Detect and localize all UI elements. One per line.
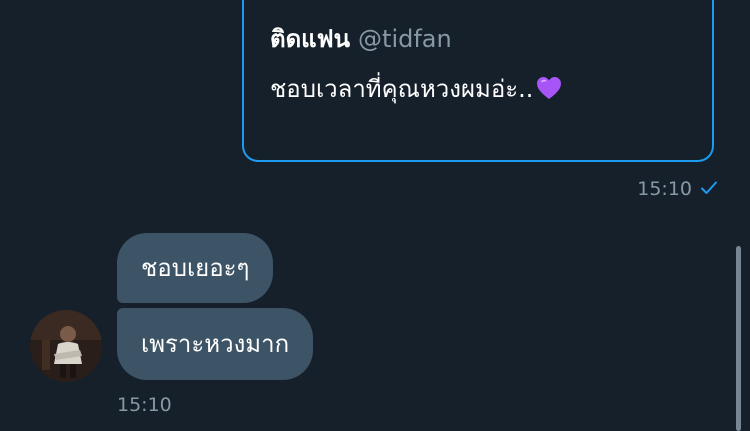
received-message-text: ชอบเยอะๆ	[141, 254, 250, 282]
sent-message-meta: 15:10	[637, 176, 718, 202]
avatar[interactable]	[30, 310, 102, 382]
quoted-tweet-header: ติดแฟน @tidfan	[270, 22, 452, 56]
quoted-tweet-text: ชอบเวลาที่คุณหวงผมอ่ะ..	[270, 75, 534, 103]
received-message-time: 15:10	[117, 394, 172, 416]
avatar-image	[30, 310, 102, 382]
received-message-text: เพราะหวงมาก	[141, 330, 290, 358]
quoted-tweet-text-row: ชอบเวลาที่คุณหวงผมอ่ะ..	[270, 72, 563, 106]
dm-conversation: ติดแฟน @tidfan ชอบเวลาที่คุณหวงผมอ่ะ.. 15…	[0, 0, 750, 431]
purple-heart-icon	[535, 74, 563, 102]
check-icon	[700, 177, 718, 194]
quoted-tweet-card[interactable]: ติดแฟน @tidfan ชอบเวลาที่คุณหวงผมอ่ะ..	[242, 0, 714, 162]
sent-message-time: 15:10	[637, 178, 692, 200]
quoted-tweet-author-name: ติดแฟน	[270, 25, 351, 53]
received-message-bubble[interactable]: เพราะหวงมาก	[117, 308, 314, 380]
scrollbar[interactable]	[736, 246, 741, 431]
quoted-tweet-author-handle: @tidfan	[358, 25, 452, 53]
received-message-bubble[interactable]: ชอบเยอะๆ	[117, 233, 274, 303]
